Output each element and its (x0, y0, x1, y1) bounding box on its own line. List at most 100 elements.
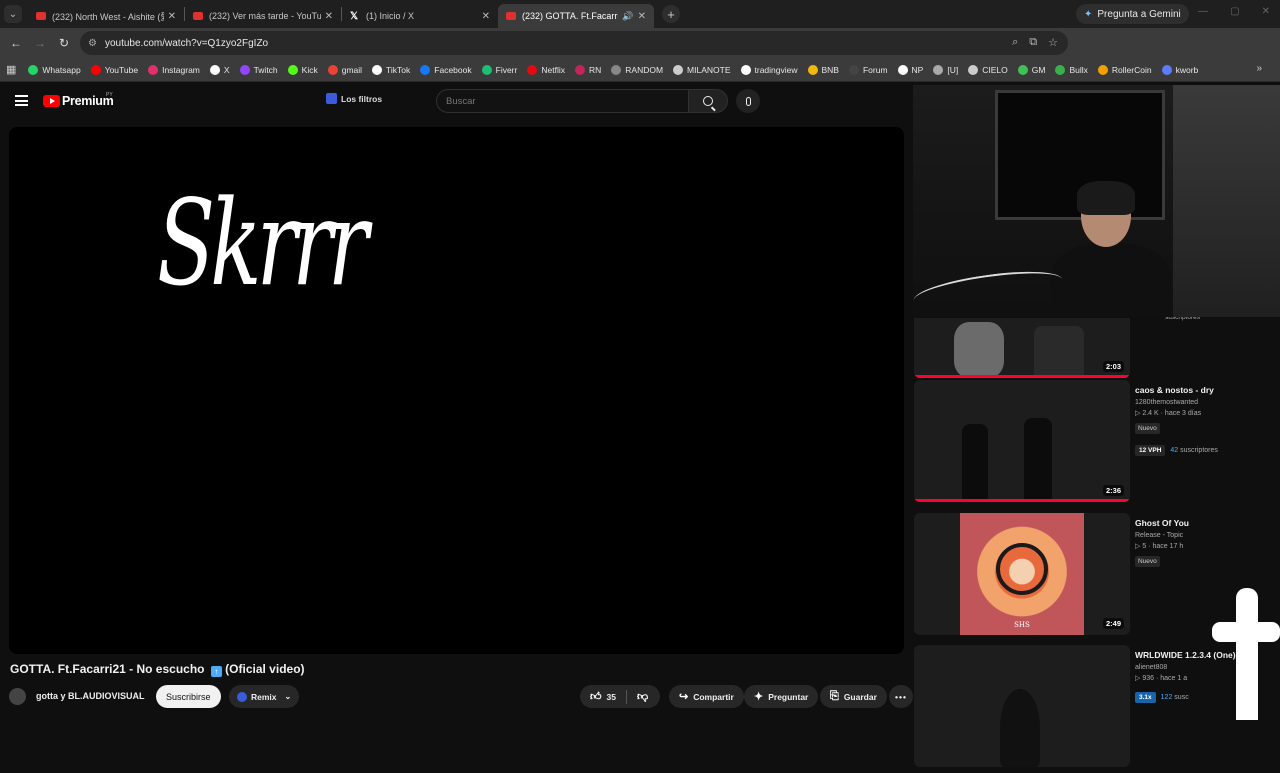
bookmark-item[interactable]: BNB (807, 64, 839, 75)
recommendation-title[interactable]: caos & nostos - dry (1135, 385, 1280, 395)
channel-name[interactable]: gotta y BL.AUDIOVISUAL (36, 691, 145, 701)
share-icon: ↪ (679, 691, 689, 703)
thumbs-down-icon: 👎︎ (636, 691, 649, 703)
bookmark-icon: ⎘ (830, 690, 839, 702)
cross-logo-overlay (1212, 588, 1280, 720)
youtube-logo-icon[interactable] (43, 95, 60, 107)
thumbs-up-icon: 👍︎ (590, 691, 602, 703)
browser-tab[interactable]: 𝕏 (1) Inicio / X ✕ (342, 4, 498, 28)
bookmark-label: Instagram (162, 64, 200, 75)
search-box[interactable] (436, 89, 689, 113)
bookmark-item[interactable]: Instagram (148, 64, 200, 75)
bookmark-label: Facebook (434, 64, 472, 75)
bookmark-item[interactable]: tradingview (740, 64, 798, 75)
search-input[interactable] (446, 95, 688, 107)
like-button[interactable]: 👍︎ 35 (580, 685, 626, 708)
bookmark-item[interactable]: gmail (327, 64, 363, 75)
browser-tab-active[interactable]: (232) GOTTA. Ft.Facarri21 - 🔊 ✕ (498, 4, 654, 28)
subscriber-number: 42 (1170, 447, 1179, 454)
new-tab-button[interactable]: + (662, 5, 680, 23)
new-badge: Nuevo (1135, 423, 1160, 434)
video-thumbnail[interactable]: 2:03 (914, 318, 1130, 378)
bookmark-item[interactable]: RN (574, 64, 601, 75)
site-info-icon[interactable]: ⚙ (88, 38, 97, 49)
view-count: 936 (1142, 675, 1155, 682)
subscriber-count: 122 susc (1161, 694, 1189, 701)
speaker-icon[interactable]: 🔊 (622, 11, 633, 22)
window-close-icon[interactable]: ✕ (1262, 6, 1270, 17)
dislike-button[interactable]: 👎︎ (627, 685, 658, 708)
chevron-right-icon[interactable]: » (1256, 63, 1262, 74)
bookmark-item[interactable]: [U] (933, 64, 958, 75)
reload-icon[interactable]: ↻ (52, 36, 76, 50)
bookmark-icon (327, 64, 338, 75)
video-thumbnail[interactable] (914, 645, 1130, 767)
bookmark-label: Netflix (541, 64, 565, 75)
cast-icon[interactable]: ⧉ (1029, 36, 1037, 49)
gemini-button[interactable]: ✦ Pregunta a Gemini (1076, 4, 1189, 24)
video-player[interactable]: Skrrr (9, 127, 904, 654)
bookmark-item[interactable]: Facebook (420, 64, 472, 75)
bookmark-item[interactable]: X (209, 64, 230, 75)
filters-label: Los filtros (341, 93, 383, 104)
bookmark-item[interactable]: Kick (287, 64, 318, 75)
bookmark-item[interactable]: CIELO (968, 64, 1008, 75)
filters-extension-button[interactable]: Los filtros (326, 93, 382, 104)
recommendation-title[interactable]: Ghost Of You (1135, 518, 1280, 528)
tab-title: (232) North West - Aishite (愛し (52, 11, 164, 22)
video-thumbnail[interactable]: SHS 2:49 (914, 513, 1130, 635)
tab-title: (232) Ver más tarde - YouTube (209, 11, 321, 21)
bookmark-item[interactable]: kworb (1161, 64, 1198, 75)
ask-button[interactable]: ✦ Preguntar (744, 685, 819, 708)
bookmark-item[interactable]: GM (1017, 64, 1045, 75)
bookmark-item[interactable]: NP (897, 64, 923, 75)
recommendation-channel[interactable]: Release - Topic (1135, 532, 1280, 539)
video-thumbnail[interactable]: 2:36 (914, 380, 1130, 502)
browser-tab[interactable]: (232) North West - Aishite (愛し ✕ (28, 4, 184, 28)
bookmark-label: gmail (341, 64, 363, 75)
youtube-header: Premium PY Los filtros (0, 83, 912, 121)
bookmark-item[interactable]: Forum (848, 64, 888, 75)
apps-grid-icon[interactable]: ▦ (6, 63, 16, 76)
close-icon[interactable]: ✕ (325, 11, 333, 22)
recommendation-channel[interactable]: 1280themostwanted (1135, 399, 1280, 406)
recommendation-item[interactable]: 2:36 caos & nostos - dry 1280themostwant… (914, 380, 1280, 508)
url-bar[interactable]: ⚙ youtube.com/watch?v=Q1zyo2FgIZo ⌕ ⧉ ☆ (80, 31, 1068, 55)
share-button[interactable]: ↪ Compartir (669, 685, 744, 708)
mic-icon (745, 96, 751, 106)
bookmark-item[interactable]: Whatsapp (28, 64, 81, 75)
minimize-icon[interactable]: — (1198, 6, 1208, 17)
bookmark-icon (239, 64, 250, 75)
browser-tab[interactable]: (232) Ver más tarde - YouTube ✕ (185, 4, 341, 28)
bookmark-label: Twitch (253, 64, 278, 75)
forward-icon[interactable]: → (28, 36, 52, 50)
duration-badge: 2:49 (1102, 618, 1124, 629)
more-actions-button[interactable]: ••• (889, 685, 913, 708)
bookmark-item[interactable]: Netflix (527, 64, 565, 75)
close-icon[interactable]: ✕ (482, 11, 490, 22)
close-icon[interactable]: ✕ (168, 11, 176, 22)
zoom-icon[interactable]: ⌕ (1012, 36, 1018, 49)
close-icon[interactable]: ✕ (638, 11, 646, 22)
bookmark-item[interactable]: TikTok (372, 64, 410, 75)
bookmark-item[interactable]: RollerCoin (1097, 64, 1152, 75)
channel-avatar[interactable] (9, 688, 26, 705)
subscribe-button[interactable]: Suscribirse (156, 685, 221, 708)
back-icon[interactable]: ← (4, 36, 28, 50)
bookmark-item[interactable]: RANDOM (611, 64, 663, 75)
remix-button[interactable]: Remix ⌄ (229, 685, 300, 708)
bookmark-item[interactable]: YouTube (90, 64, 138, 75)
menu-icon[interactable] (15, 95, 28, 106)
save-button[interactable]: ⎘ Guardar (820, 685, 887, 708)
voice-search-button[interactable] (736, 89, 760, 113)
bookmark-item[interactable]: MILANOTE (673, 64, 731, 75)
search-button[interactable] (688, 89, 728, 113)
bookmark-star-icon[interactable]: ☆ (1048, 36, 1058, 49)
bookmark-item[interactable]: Bullx (1055, 64, 1088, 75)
bookmark-item[interactable]: Twitch (239, 64, 278, 75)
bookmark-item[interactable]: Fiverr (481, 64, 517, 75)
tab-search-icon[interactable]: ⌄ (4, 5, 22, 23)
url-text[interactable]: youtube.com/watch?v=Q1zyo2FgIZo (105, 38, 268, 49)
remix-icon (237, 691, 247, 702)
maximize-icon[interactable]: ▢ (1230, 6, 1239, 17)
